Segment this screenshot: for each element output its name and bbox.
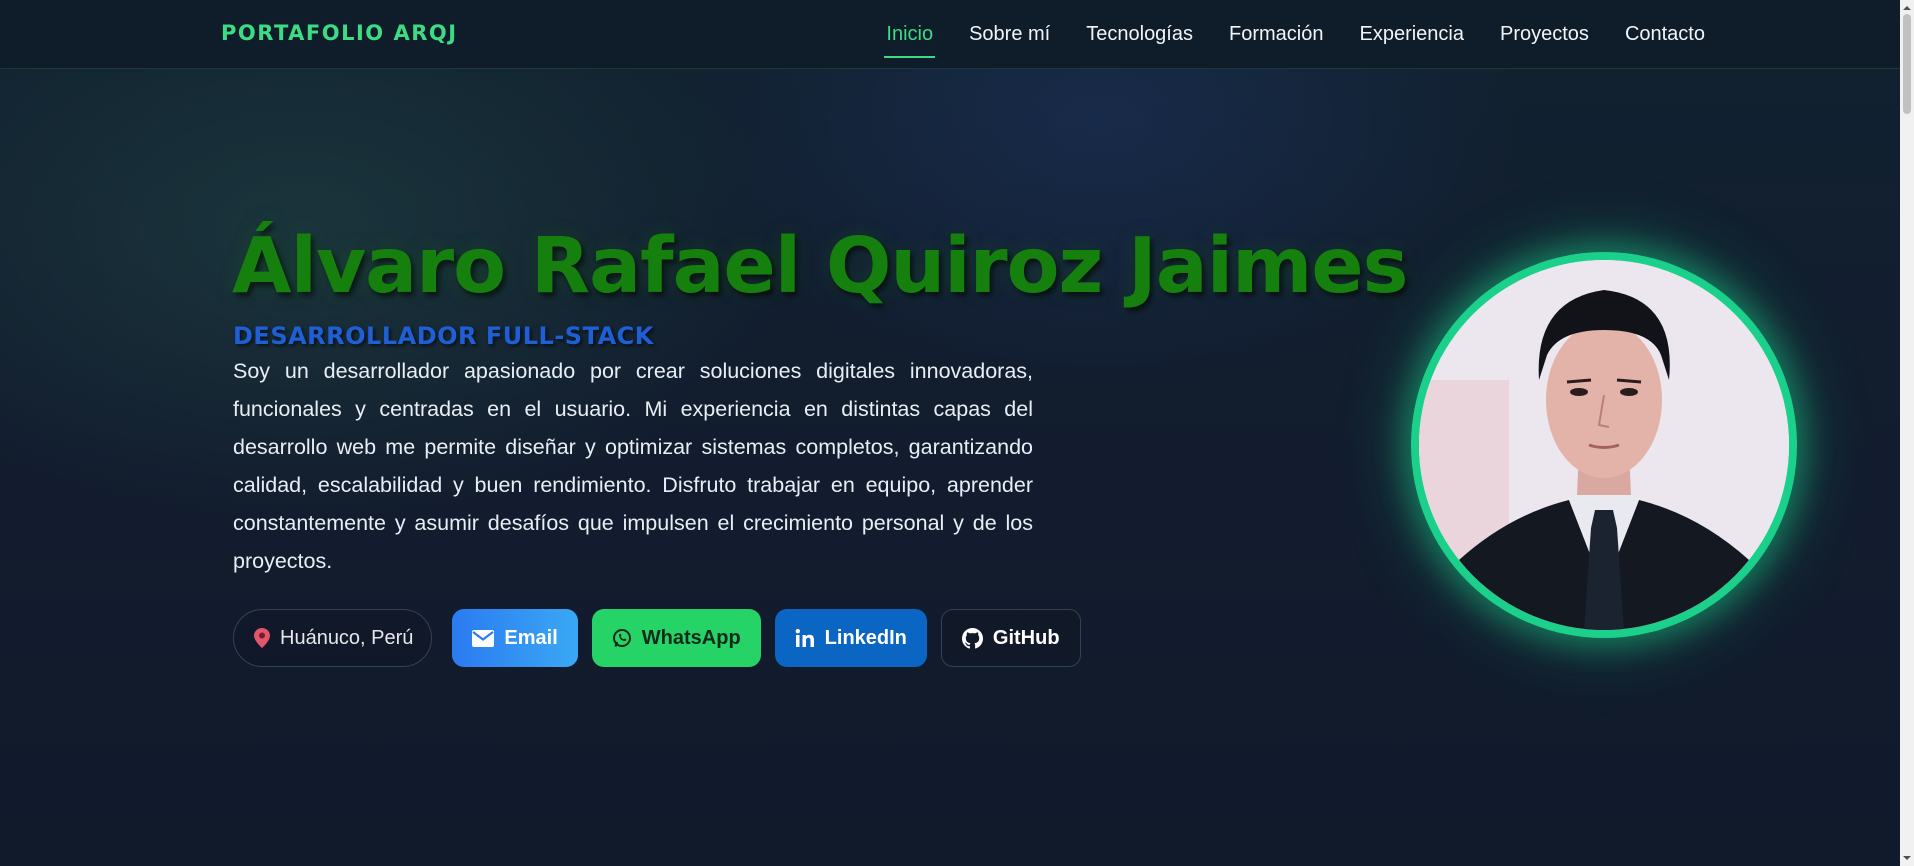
github-icon	[961, 627, 983, 649]
map-pin-icon	[254, 628, 270, 648]
hero-name: Álvaro Rafael Quiroz Jaimes	[232, 222, 1408, 311]
whatsapp-icon	[612, 628, 632, 648]
scroll-up-arrow-icon[interactable]	[1902, 3, 1912, 13]
linkedin-icon	[795, 629, 815, 647]
whatsapp-button[interactable]: WhatsApp	[591, 609, 761, 667]
nav-item-formacion[interactable]: Formación	[1229, 23, 1323, 46]
main-nav: Inicio Sobre mí Tecnologías Formación Ex…	[884, 0, 1705, 69]
whatsapp-label: WhatsApp	[641, 626, 741, 649]
contact-actions: Huánuco, Perú Email WhatsApp LinkedIn Gi…	[233, 609, 1081, 667]
linkedin-button[interactable]: LinkedIn	[774, 609, 927, 667]
location-label: Huánuco, Perú	[280, 626, 414, 649]
nav-item-contacto[interactable]: Contacto	[1625, 23, 1705, 46]
brand-logo[interactable]: PORTAFOLIO ARQJ	[221, 21, 458, 45]
github-label: GitHub	[992, 626, 1060, 649]
scrollbar-thumb[interactable]	[1903, 14, 1911, 114]
profile-photo	[1419, 260, 1789, 630]
location-badge: Huánuco, Perú	[233, 609, 433, 667]
github-button[interactable]: GitHub	[940, 609, 1081, 667]
email-button[interactable]: Email	[452, 609, 578, 667]
nav-item-inicio[interactable]: Inicio	[884, 23, 935, 58]
hero-role: DESARROLLADOR FULL-STACK	[233, 322, 654, 350]
page-scrollbar[interactable]	[1900, 0, 1914, 866]
email-label: Email	[504, 626, 558, 649]
scroll-down-arrow-icon[interactable]	[1902, 853, 1912, 863]
site-header: PORTAFOLIO ARQJ Inicio Sobre mí Tecnolog…	[0, 0, 1900, 69]
nav-item-tecnologias[interactable]: Tecnologías	[1086, 23, 1193, 46]
nav-item-experiencia[interactable]: Experiencia	[1359, 23, 1464, 46]
nav-item-proyectos[interactable]: Proyectos	[1500, 23, 1589, 46]
linkedin-label: LinkedIn	[824, 626, 907, 649]
nav-item-sobre-mi[interactable]: Sobre mí	[969, 23, 1050, 46]
hero-bio: Soy un desarrollador apasionado por crea…	[233, 359, 1033, 573]
profile-photo-ring	[1411, 252, 1797, 638]
envelope-icon	[472, 629, 495, 647]
